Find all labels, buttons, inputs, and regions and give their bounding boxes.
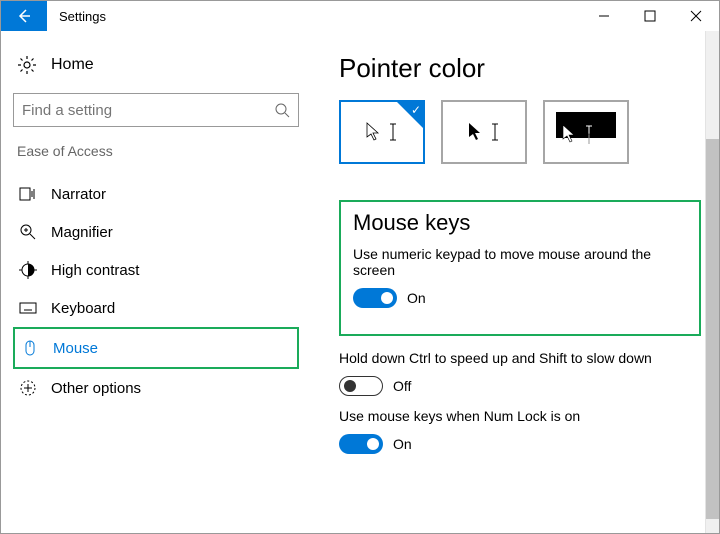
contrast-icon: [19, 261, 37, 279]
arrow-left-icon: [16, 8, 32, 24]
sidebar-item-label: Magnifier: [51, 224, 113, 241]
pointer-color-options: ✓: [339, 100, 701, 164]
sidebar-item-label: Narrator: [51, 186, 106, 203]
ctrl-shift-description: Hold down Ctrl to speed up and Shift to …: [339, 350, 701, 366]
numlock-toggle[interactable]: [339, 434, 383, 454]
mouse-keys-section: Mouse keys Use numeric keypad to move mo…: [339, 200, 701, 336]
titlebar: Settings: [1, 1, 719, 31]
sidebar-item-mouse[interactable]: Mouse: [13, 327, 299, 369]
ibeam-icon: [584, 124, 594, 144]
window-controls: [581, 1, 719, 31]
main-content: Pointer color ✓: [311, 31, 719, 533]
scrollbar[interactable]: [705, 31, 719, 533]
close-button[interactable]: [673, 1, 719, 31]
sidebar: Home Ease of Access Narrator Magnifier H…: [1, 31, 311, 533]
numlock-description: Use mouse keys when Num Lock is on: [339, 408, 701, 424]
sidebar-item-magnifier[interactable]: Magnifier: [13, 213, 299, 251]
ctrl-shift-toggle[interactable]: [339, 376, 383, 396]
toggle-state-label: Off: [393, 378, 411, 394]
search-icon: [274, 102, 290, 118]
search-box[interactable]: [13, 93, 299, 127]
sidebar-item-label: Mouse: [53, 340, 98, 357]
sidebar-item-narrator[interactable]: Narrator: [13, 175, 299, 213]
sidebar-item-label: High contrast: [51, 262, 139, 279]
home-label: Home: [51, 56, 94, 74]
mouse-icon: [21, 339, 39, 357]
sidebar-item-keyboard[interactable]: Keyboard: [13, 289, 299, 327]
ibeam-icon: [490, 122, 500, 142]
cursor-icon: [468, 122, 484, 142]
sidebar-item-label: Keyboard: [51, 300, 115, 317]
gear-icon: [17, 55, 37, 75]
pointer-color-black[interactable]: [441, 100, 527, 164]
home-nav[interactable]: Home: [13, 49, 299, 93]
narrator-icon: [19, 185, 37, 203]
sidebar-item-high-contrast[interactable]: High contrast: [13, 251, 299, 289]
settings-window: Settings Home Ease of Access Narrator: [0, 0, 720, 534]
mouse-keys-description: Use numeric keypad to move mouse around …: [353, 246, 687, 278]
keyboard-icon: [19, 299, 37, 317]
magnifier-icon: [19, 223, 37, 241]
minimize-button[interactable]: [581, 1, 627, 31]
mouse-keys-heading: Mouse keys: [353, 210, 687, 236]
window-title: Settings: [47, 9, 106, 24]
sidebar-item-label: Other options: [51, 380, 141, 397]
toggle-state-label: On: [393, 436, 412, 452]
mouse-keys-toggle[interactable]: [353, 288, 397, 308]
search-input[interactable]: [22, 102, 274, 119]
options-icon: [19, 379, 37, 397]
toggle-state-label: On: [407, 290, 426, 306]
check-icon: ✓: [411, 103, 421, 117]
pointer-color-heading: Pointer color: [339, 53, 701, 84]
sidebar-item-other-options[interactable]: Other options: [13, 369, 299, 407]
maximize-button[interactable]: [627, 1, 673, 31]
pointer-color-inverted[interactable]: [543, 100, 629, 164]
cursor-icon: [562, 124, 578, 144]
pointer-color-white[interactable]: ✓: [339, 100, 425, 164]
scrollbar-thumb[interactable]: [706, 139, 719, 519]
back-button[interactable]: [1, 1, 47, 31]
cursor-icon: [366, 122, 382, 142]
section-heading: Ease of Access: [17, 143, 299, 159]
